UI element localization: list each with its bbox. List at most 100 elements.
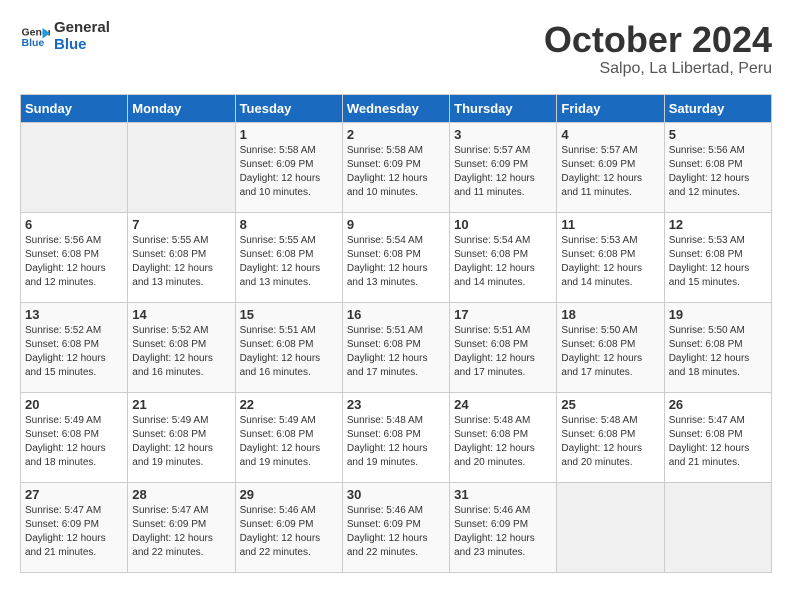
day-detail: Sunrise: 5:53 AMSunset: 6:08 PMDaylight:… <box>669 234 767 290</box>
calendar-cell: 8 Sunrise: 5:55 AMSunset: 6:08 PMDaylight… <box>235 212 342 302</box>
day-number: 29 <box>240 487 338 502</box>
day-detail: Sunrise: 5:55 AMSunset: 6:08 PMDaylight:… <box>240 234 338 290</box>
header-wednesday: Wednesday <box>342 94 449 122</box>
day-number: 25 <box>561 397 659 412</box>
day-number: 10 <box>454 217 552 232</box>
day-detail: Sunrise: 5:48 AMSunset: 6:08 PMDaylight:… <box>454 414 552 470</box>
day-number: 17 <box>454 307 552 322</box>
day-detail: Sunrise: 5:51 AMSunset: 6:08 PMDaylight:… <box>454 324 552 380</box>
day-number: 26 <box>669 397 767 412</box>
day-number: 9 <box>347 217 445 232</box>
calendar-cell: 19Sunrise: 5:50 AMSunset: 6:08 PMDayligh… <box>664 302 771 392</box>
day-number: 16 <box>347 307 445 322</box>
calendar-cell <box>128 122 235 212</box>
calendar-cell: 22Sunrise: 5:49 AMSunset: 6:08 PMDayligh… <box>235 392 342 482</box>
header-thursday: Thursday <box>450 94 557 122</box>
day-number: 15 <box>240 307 338 322</box>
calendar-cell: 16 Sunrise: 5:51 AMSunset: 6:08 PMDayligh… <box>342 302 449 392</box>
calendar-cell: 24 Sunrise: 5:48 AMSunset: 6:08 PMDayligh… <box>450 392 557 482</box>
header-monday: Monday <box>128 94 235 122</box>
day-number: 3 <box>454 127 552 142</box>
month-title: October 2024 <box>544 20 772 60</box>
day-detail: Sunrise: 5:51 AMSunset: 6:08 PMDaylight:… <box>347 324 445 380</box>
calendar-cell: 15 Sunrise: 5:51 AMSunset: 6:08 PMDayligh… <box>235 302 342 392</box>
day-detail: Sunrise: 5:48 AMSunset: 6:08 PMDaylight:… <box>347 414 445 470</box>
day-number: 30 <box>347 487 445 502</box>
day-detail: Sunrise: 5:49 AMSunset: 6:08 PMDaylight:… <box>132 414 230 470</box>
calendar-cell: 20 Sunrise: 5:49 AMSunset: 6:08 PMDayligh… <box>21 392 128 482</box>
day-detail: Sunrise: 5:49 AMSunset: 6:08 PMDaylight:… <box>25 414 123 470</box>
day-number: 19 <box>669 307 767 322</box>
day-detail: Sunrise: 5:56 AMSunset: 6:08 PMDaylight:… <box>25 234 123 290</box>
calendar-cell: 4 Sunrise: 5:57 AMSunset: 6:09 PMDaylight… <box>557 122 664 212</box>
day-number: 24 <box>454 397 552 412</box>
day-number: 2 <box>347 127 445 142</box>
calendar-cell: 23 Sunrise: 5:48 AMSunset: 6:08 PMDayligh… <box>342 392 449 482</box>
day-detail: Sunrise: 5:47 AMSunset: 6:09 PMDaylight:… <box>132 504 230 560</box>
calendar-cell: 27 Sunrise: 5:47 AMSunset: 6:09 PMDayligh… <box>21 482 128 572</box>
calendar-cell: 14 Sunrise: 5:52 AMSunset: 6:08 PMDayligh… <box>128 302 235 392</box>
calendar-cell: 28Sunrise: 5:47 AMSunset: 6:09 PMDayligh… <box>128 482 235 572</box>
svg-text:Blue: Blue <box>22 37 45 49</box>
calendar-cell: 12Sunrise: 5:53 AMSunset: 6:08 PMDayligh… <box>664 212 771 302</box>
logo-blue: Blue <box>54 37 110 54</box>
calendar-cell <box>557 482 664 572</box>
day-detail: Sunrise: 5:58 AMSunset: 6:09 PMDaylight:… <box>240 144 338 200</box>
day-number: 5 <box>669 127 767 142</box>
day-number: 23 <box>347 397 445 412</box>
calendar-cell: 13 Sunrise: 5:52 AMSunset: 6:08 PMDayligh… <box>21 302 128 392</box>
day-detail: Sunrise: 5:53 AMSunset: 6:08 PMDaylight:… <box>561 234 659 290</box>
calendar-cell: 29 Sunrise: 5:46 AMSunset: 6:09 PMDayligh… <box>235 482 342 572</box>
calendar-week-1: 1Sunrise: 5:58 AMSunset: 6:09 PMDaylight… <box>21 122 772 212</box>
day-detail: Sunrise: 5:47 AMSunset: 6:09 PMDaylight:… <box>25 504 123 560</box>
calendar-cell: 25 Sunrise: 5:48 AMSunset: 6:08 PMDayligh… <box>557 392 664 482</box>
day-detail: Sunrise: 5:58 AMSunset: 6:09 PMDaylight:… <box>347 144 445 200</box>
calendar-table: SundayMondayTuesdayWednesdayThursdayFrid… <box>20 94 772 573</box>
day-number: 8 <box>240 217 338 232</box>
day-number: 31 <box>454 487 552 502</box>
day-detail: Sunrise: 5:46 AMSunset: 6:09 PMDaylight:… <box>454 504 552 560</box>
day-detail: Sunrise: 5:49 AMSunset: 6:08 PMDaylight:… <box>240 414 338 470</box>
day-number: 14 <box>132 307 230 322</box>
day-number: 6 <box>25 217 123 232</box>
day-number: 7 <box>132 217 230 232</box>
day-detail: Sunrise: 5:46 AMSunset: 6:09 PMDaylight:… <box>240 504 338 560</box>
day-detail: Sunrise: 5:50 AMSunset: 6:08 PMDaylight:… <box>561 324 659 380</box>
title-block: October 2024 Salpo, La Libertad, Peru <box>544 20 772 78</box>
calendar-cell <box>21 122 128 212</box>
calendar-cell: 31 Sunrise: 5:46 AMSunset: 6:09 PMDayligh… <box>450 482 557 572</box>
day-detail: Sunrise: 5:47 AMSunset: 6:08 PMDaylight:… <box>669 414 767 470</box>
calendar-week-4: 20 Sunrise: 5:49 AMSunset: 6:08 PMDayligh… <box>21 392 772 482</box>
day-number: 20 <box>25 397 123 412</box>
day-number: 11 <box>561 217 659 232</box>
day-number: 4 <box>561 127 659 142</box>
calendar-cell: 26 Sunrise: 5:47 AMSunset: 6:08 PMDayligh… <box>664 392 771 482</box>
header-tuesday: Tuesday <box>235 94 342 122</box>
header-saturday: Saturday <box>664 94 771 122</box>
day-detail: Sunrise: 5:52 AMSunset: 6:08 PMDaylight:… <box>132 324 230 380</box>
calendar-week-3: 13 Sunrise: 5:52 AMSunset: 6:08 PMDayligh… <box>21 302 772 392</box>
calendar-cell: 1Sunrise: 5:58 AMSunset: 6:09 PMDaylight… <box>235 122 342 212</box>
calendar-cell: 9Sunrise: 5:54 AMSunset: 6:08 PMDaylight… <box>342 212 449 302</box>
calendar-week-5: 27 Sunrise: 5:47 AMSunset: 6:09 PMDayligh… <box>21 482 772 572</box>
day-detail: Sunrise: 5:52 AMSunset: 6:08 PMDaylight:… <box>25 324 123 380</box>
day-number: 13 <box>25 307 123 322</box>
day-detail: Sunrise: 5:48 AMSunset: 6:08 PMDaylight:… <box>561 414 659 470</box>
day-detail: Sunrise: 5:54 AMSunset: 6:08 PMDaylight:… <box>454 234 552 290</box>
calendar-header-row: SundayMondayTuesdayWednesdayThursdayFrid… <box>21 94 772 122</box>
day-detail: Sunrise: 5:46 AMSunset: 6:09 PMDaylight:… <box>347 504 445 560</box>
day-number: 21 <box>132 397 230 412</box>
calendar-cell: 7Sunrise: 5:55 AMSunset: 6:08 PMDaylight… <box>128 212 235 302</box>
day-number: 18 <box>561 307 659 322</box>
calendar-cell: 5Sunrise: 5:56 AMSunset: 6:08 PMDaylight… <box>664 122 771 212</box>
calendar-cell: 30 Sunrise: 5:46 AMSunset: 6:09 PMDayligh… <box>342 482 449 572</box>
day-detail: Sunrise: 5:57 AMSunset: 6:09 PMDaylight:… <box>454 144 552 200</box>
logo-icon: General Blue <box>20 22 50 52</box>
day-detail: Sunrise: 5:51 AMSunset: 6:08 PMDaylight:… <box>240 324 338 380</box>
day-number: 27 <box>25 487 123 502</box>
logo: General Blue General Blue <box>20 20 110 53</box>
calendar-cell: 6 Sunrise: 5:56 AMSunset: 6:08 PMDaylight… <box>21 212 128 302</box>
calendar-cell: 18 Sunrise: 5:50 AMSunset: 6:08 PMDayligh… <box>557 302 664 392</box>
calendar-cell: 17 Sunrise: 5:51 AMSunset: 6:08 PMDayligh… <box>450 302 557 392</box>
day-detail: Sunrise: 5:57 AMSunset: 6:09 PMDaylight:… <box>561 144 659 200</box>
